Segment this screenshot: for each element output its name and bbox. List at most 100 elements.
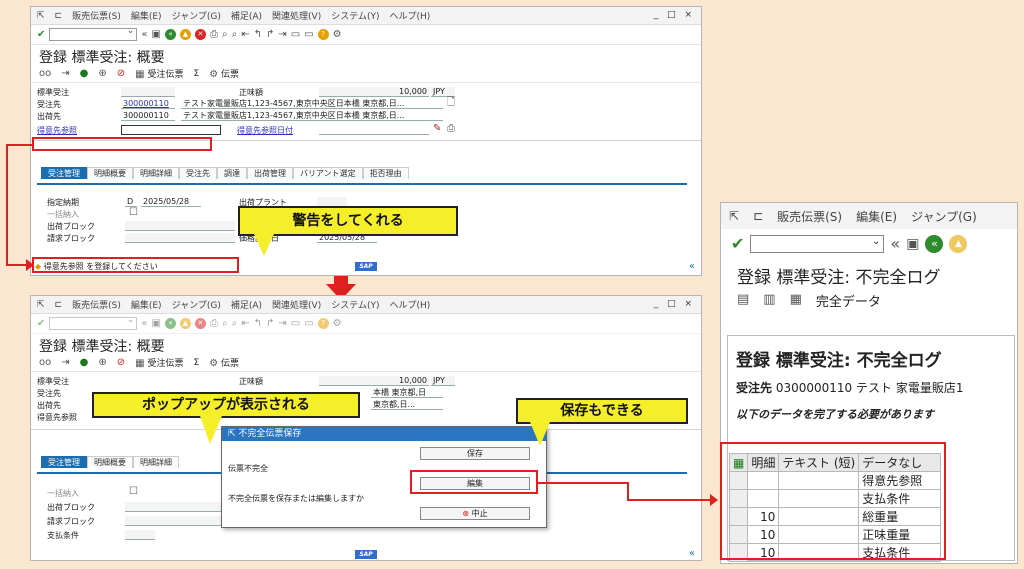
back-double-icon[interactable]: « <box>890 236 900 252</box>
doc-icon[interactable]: ▦ <box>790 293 802 306</box>
shortcut-icon[interactable]: ▭ <box>304 29 313 41</box>
first-page-icon[interactable]: ⇤ <box>241 318 249 330</box>
menu-icon-2[interactable]: ⊏ <box>55 11 63 21</box>
menu-icon[interactable]: ⇱ <box>37 300 45 310</box>
menu-icon-2[interactable]: ⊏ <box>753 209 763 223</box>
menu-sales-doc[interactable]: 販売伝票(S) <box>72 9 121 22</box>
command-field[interactable]: ⌄ <box>750 235 885 253</box>
menu-goto[interactable]: ジャンプ(G) <box>172 298 221 311</box>
save-icon[interactable]: ▣ <box>906 237 919 251</box>
header-icon[interactable]: ⇥ <box>61 357 69 369</box>
new-session-icon[interactable]: ▭ <box>291 29 300 41</box>
new-session-icon[interactable]: ▭ <box>291 318 300 330</box>
menu-help[interactable]: ヘルプ(H) <box>389 9 430 22</box>
exit-icon[interactable]: ▲ <box>179 318 191 329</box>
next-page-icon[interactable]: ↱ <box>266 29 274 41</box>
back-double-icon[interactable]: « <box>141 318 147 330</box>
shortcut-icon[interactable]: ▭ <box>304 318 313 330</box>
settings-gear-icon[interactable]: ⚙ <box>333 318 342 330</box>
tab-ordering-party[interactable]: 受注先 <box>179 167 217 179</box>
bulk-checkbox[interactable]: ☐ <box>129 207 138 219</box>
partner-person-icon[interactable]: ● <box>80 68 89 80</box>
display-icon[interactable]: oo <box>39 68 51 80</box>
sold-to-number-field[interactable]: 300000110 <box>121 99 175 109</box>
window-controls[interactable]: _ □ × <box>654 299 695 309</box>
help-icon[interactable]: ? <box>317 29 329 40</box>
help-icon[interactable]: ? <box>317 318 329 329</box>
settings-gear-icon[interactable]: ⚙ <box>333 29 342 41</box>
bulk-checkbox[interactable]: ☐ <box>129 486 138 498</box>
save-icon[interactable]: ▣ <box>152 318 161 330</box>
last-page-icon[interactable]: ⇥ <box>278 318 286 330</box>
find-icon[interactable]: ⌕ <box>222 29 228 41</box>
print-icon[interactable]: ⎙ <box>210 29 218 41</box>
menu-icon[interactable]: ⇱ <box>729 209 739 223</box>
back-icon[interactable]: « <box>164 318 176 329</box>
menu-icon[interactable]: ⇱ <box>37 11 45 21</box>
pay-terms-field[interactable] <box>125 530 155 540</box>
enter-check-icon[interactable]: ✔ <box>37 318 45 330</box>
menu-system[interactable]: システム(Y) <box>331 298 379 311</box>
sold-to-detail-icon[interactable]: 🗋 <box>447 97 455 109</box>
sigma-button[interactable]: Σ <box>194 358 200 368</box>
menu-icon-2[interactable]: ⊏ <box>55 300 63 310</box>
item-icon[interactable]: ⊕ <box>98 357 106 369</box>
header-icon[interactable]: ⇥ <box>61 68 69 80</box>
ship-to-number-field[interactable]: 300000110 <box>121 111 175 121</box>
menu-environment[interactable]: 関連処理(V) <box>272 298 321 311</box>
tab-rejection[interactable]: 拒否理由 <box>362 167 409 179</box>
tab-item-overview[interactable]: 明細概要 <box>87 456 133 468</box>
expand-status-icon[interactable]: « <box>689 261 695 273</box>
docs-button[interactable]: ⚙ 伝票 <box>209 67 239 81</box>
bill-ref-input[interactable] <box>121 125 221 135</box>
complete-data-button[interactable]: 完全データ <box>816 291 881 310</box>
menu-sales-doc[interactable]: 販売伝票(S) <box>777 208 842 225</box>
edit-field-icon[interactable]: ▥ <box>763 293 775 306</box>
prev-page-icon[interactable]: ↰ <box>254 29 262 41</box>
detail-icon[interactable]: ▤ <box>737 293 749 306</box>
bill-block-select[interactable] <box>125 516 221 526</box>
partner-person-icon[interactable]: ● <box>80 357 89 369</box>
dialog-save-button[interactable]: 保存 <box>420 447 530 460</box>
dialog-cancel-button[interactable]: ⊗ 中止 <box>420 507 530 520</box>
command-field[interactable] <box>49 315 138 330</box>
sigma-button[interactable]: Σ <box>194 69 200 79</box>
enter-check-icon[interactable]: ✔ <box>37 29 45 41</box>
tab-item-detail[interactable]: 明細詳細 <box>133 456 179 468</box>
req-date-type[interactable]: D <box>125 197 137 207</box>
menu-goto[interactable]: ジャンプ(G) <box>911 208 977 225</box>
order-docs-button[interactable]: ▦ 受注伝票 <box>135 67 183 81</box>
menu-system[interactable]: システム(Y) <box>331 9 379 22</box>
label-bill-ref[interactable]: 得意先参照 <box>37 125 77 136</box>
cancel-icon[interactable]: ✕ <box>194 29 206 40</box>
req-date-value[interactable]: 2025/05/28 <box>141 197 201 207</box>
block-icon[interactable]: ⊘ <box>117 357 125 369</box>
menu-edit[interactable]: 編集(E) <box>131 9 162 22</box>
exit-icon[interactable]: ▲ <box>949 235 968 253</box>
save-icon[interactable]: ▣ <box>152 29 161 41</box>
enter-check-icon[interactable]: ✔ <box>731 236 744 252</box>
menu-environment[interactable]: 関連処理(V) <box>272 9 321 22</box>
tab-item-detail[interactable]: 明細詳細 <box>133 167 179 179</box>
print-icon[interactable]: ⎙ <box>210 318 218 330</box>
label-bill-ref-date[interactable]: 得意先参照日付 <box>237 125 293 136</box>
item-icon[interactable]: ⊕ <box>98 68 106 80</box>
display-icon[interactable]: oo <box>39 357 51 369</box>
window-controls[interactable]: _ □ × <box>654 10 695 20</box>
first-page-icon[interactable]: ⇤ <box>241 29 249 41</box>
bill-ref-date-field[interactable] <box>319 125 429 135</box>
menu-goto[interactable]: ジャンプ(G) <box>172 9 221 22</box>
exit-icon[interactable]: ▲ <box>179 29 191 40</box>
next-page-icon[interactable]: ↱ <box>266 318 274 330</box>
ship-block-select[interactable] <box>125 221 235 231</box>
menu-edit[interactable]: 編集(E) <box>856 208 897 225</box>
order-detail-icon[interactable]: ✎ <box>433 123 441 135</box>
docs-button[interactable]: ⚙ 伝票 <box>209 356 239 370</box>
find-next-icon[interactable]: ⌕ <box>232 29 238 41</box>
tab-variant[interactable]: バリアント選定 <box>293 167 363 179</box>
menu-edit[interactable]: 編集(E) <box>131 298 162 311</box>
menu-extras[interactable]: 補足(A) <box>231 298 262 311</box>
menu-sales-doc[interactable]: 販売伝票(S) <box>72 298 121 311</box>
block-icon[interactable]: ⊘ <box>117 68 125 80</box>
cancel-icon[interactable]: ✕ <box>194 318 206 329</box>
